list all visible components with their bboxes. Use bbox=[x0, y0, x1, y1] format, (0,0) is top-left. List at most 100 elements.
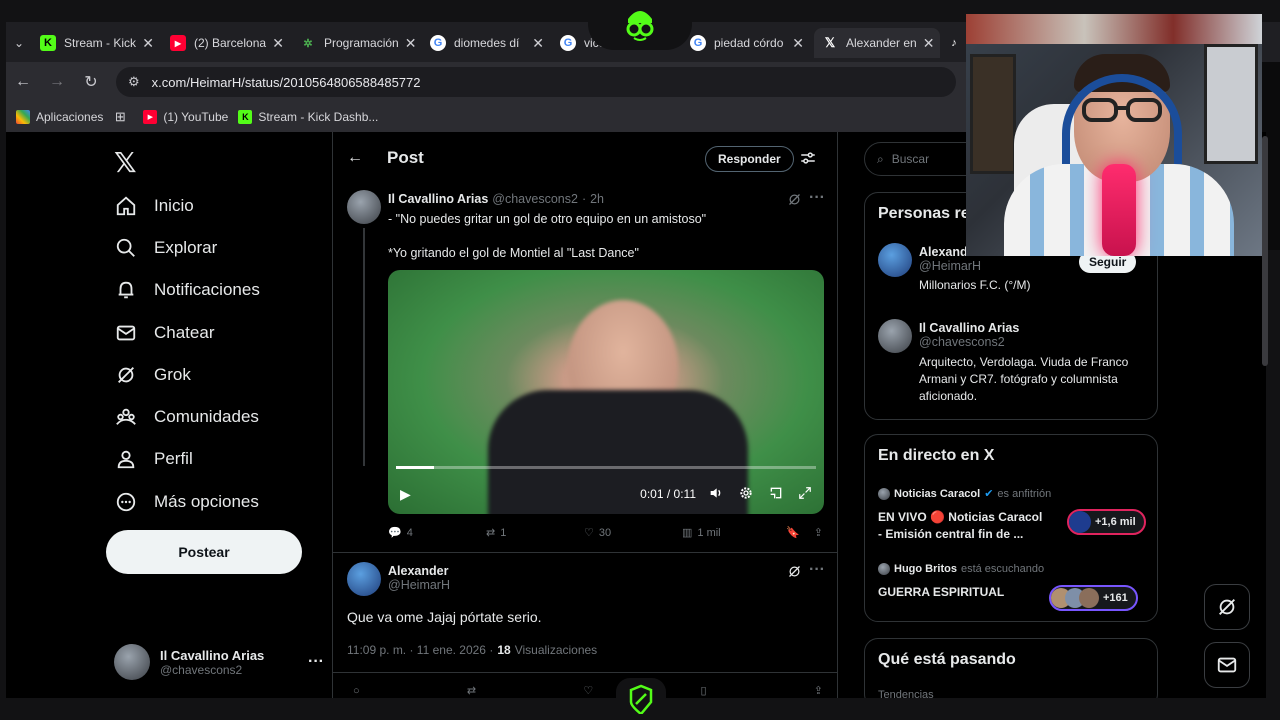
close-icon[interactable]: ✕ bbox=[786, 35, 810, 52]
close-icon[interactable]: ✕ bbox=[266, 35, 290, 52]
repost-icon[interactable]: ⇄ bbox=[467, 684, 476, 697]
grok-float-button[interactable] bbox=[1204, 584, 1250, 630]
person-handle[interactable]: @HeimarH bbox=[919, 259, 1030, 273]
avatar[interactable] bbox=[878, 243, 912, 277]
reply-datetime[interactable]: 11:09 p. m. · 11 ene. 2026 · bbox=[347, 643, 493, 657]
grok-icon bbox=[114, 363, 138, 387]
tab-tiktok[interactable]: ♪ bbox=[946, 28, 966, 58]
reload-icon[interactable]: ↻ bbox=[74, 72, 108, 92]
live-item-1-host: Noticias Caracol ✔ es anfitrión bbox=[878, 487, 1051, 500]
nav-chat[interactable]: Chatear bbox=[114, 321, 214, 345]
messages-float-button[interactable] bbox=[1204, 642, 1250, 688]
site-settings-icon[interactable]: ⚙ bbox=[128, 74, 140, 90]
fullscreen-icon[interactable] bbox=[798, 486, 812, 503]
share-icon[interactable]: ⇪ bbox=[814, 684, 823, 697]
like-action[interactable]: ♡ 30 bbox=[584, 526, 682, 540]
host-name[interactable]: Noticias Caracol bbox=[894, 488, 980, 500]
nav-more[interactable]: Más opciones bbox=[114, 490, 259, 514]
reply-author-handle[interactable]: @HeimarH bbox=[388, 578, 450, 592]
close-icon[interactable]: ✕ bbox=[526, 35, 550, 52]
tweet-avatar[interactable] bbox=[347, 190, 381, 224]
reply-button[interactable]: Responder bbox=[705, 146, 794, 172]
pip-icon[interactable] bbox=[768, 485, 784, 504]
tab-1[interactable]: ▶ (2) Barcelona ✕ bbox=[170, 28, 290, 58]
listener-count-pill[interactable]: +1,6 mil bbox=[1067, 509, 1146, 535]
url-input[interactable]: ⚙ x.com/HeimarH/status/20105648065884857… bbox=[116, 67, 956, 97]
tab-6-active[interactable]: 𝕏 Alexander en ✕ bbox=[814, 28, 940, 58]
reply-avatar[interactable] bbox=[347, 562, 381, 596]
reply-action[interactable]: 💬 4 bbox=[388, 526, 486, 540]
filter-icon[interactable] bbox=[799, 149, 817, 172]
tab-label: diomedes dí bbox=[454, 36, 520, 50]
live-item-title: - Emisión central fin de ... bbox=[878, 527, 1024, 541]
nav-label: Grok bbox=[154, 365, 191, 384]
close-icon[interactable]: ✕ bbox=[399, 35, 420, 52]
bell-icon bbox=[114, 278, 138, 302]
reply-more-icon[interactable]: ··· bbox=[809, 561, 825, 579]
page-scrollbar[interactable] bbox=[1262, 136, 1268, 366]
bookmark-grid[interactable]: ⊞ bbox=[113, 109, 133, 124]
live-item-1[interactable]: EN VIVO 🔴 Noticias Caracol - Emisión cen… bbox=[878, 509, 1042, 543]
host-name[interactable]: Hugo Britos bbox=[894, 563, 957, 575]
back-arrow-icon[interactable]: ← bbox=[347, 149, 367, 167]
reply-views-count: 18 bbox=[497, 643, 511, 657]
close-icon[interactable]: ✕ bbox=[136, 35, 160, 52]
tab-3[interactable]: G diomedes dí ✕ bbox=[430, 28, 550, 58]
grok-explain-icon[interactable] bbox=[787, 192, 802, 212]
nav-label: Notificaciones bbox=[154, 280, 260, 299]
video-player[interactable]: ▶ 0:01 / 0:11 bbox=[388, 270, 824, 514]
tab-5[interactable]: G piedad córdo ✕ bbox=[690, 28, 810, 58]
heart-icon[interactable]: ♡ bbox=[583, 684, 593, 697]
video-progress-bar[interactable] bbox=[396, 466, 816, 469]
back-icon[interactable]: ← bbox=[6, 73, 40, 91]
repost-action[interactable]: ⇄ 1 bbox=[486, 526, 584, 540]
x-logo-icon[interactable]: 𝕏 bbox=[114, 146, 137, 179]
bookmark-apps[interactable]: Aplicaciones bbox=[16, 110, 103, 124]
bookmark-youtube[interactable]: ▶ (1) YouTube bbox=[143, 110, 228, 124]
chevron-down-icon[interactable]: ⌄ bbox=[10, 36, 24, 50]
close-icon[interactable]: ✕ bbox=[917, 35, 940, 52]
views-action[interactable]: ▥ 1 mil bbox=[682, 526, 786, 540]
more-dots-icon[interactable]: ··· bbox=[308, 653, 324, 671]
bookmark-icon[interactable]: ▯ bbox=[700, 684, 706, 697]
bookmark-icon[interactable]: 🔖 bbox=[786, 526, 800, 539]
post-button[interactable]: Postear bbox=[106, 530, 302, 574]
tweet-more-icon[interactable]: ··· bbox=[809, 189, 825, 207]
tweet-time[interactable]: 2h bbox=[590, 192, 604, 206]
tab-2[interactable]: ✲ Programación ✕ bbox=[300, 28, 420, 58]
listener-count-pill[interactable]: +161 bbox=[1049, 585, 1138, 611]
nav-home[interactable]: Inicio bbox=[114, 194, 194, 218]
nav-notifications[interactable]: Notificaciones bbox=[114, 278, 260, 302]
tweet-author-name[interactable]: Il Cavallino Arias bbox=[388, 192, 488, 206]
bookmark-kick[interactable]: K Stream - Kick Dashb... bbox=[238, 110, 378, 124]
live-item-2-title[interactable]: GUERRA ESPIRITUAL bbox=[878, 585, 1004, 599]
account-handle: @chavescons2 bbox=[160, 662, 243, 677]
nav-explore[interactable]: Explorar bbox=[114, 236, 217, 260]
settings-icon[interactable] bbox=[738, 485, 754, 504]
avatar[interactable] bbox=[878, 319, 912, 353]
reply-icon[interactable]: ○ bbox=[353, 685, 360, 697]
reply-author-name[interactable]: Alexander bbox=[388, 564, 450, 578]
nav-grok[interactable]: Grok bbox=[114, 363, 191, 387]
listener-count: +1,6 mil bbox=[1095, 516, 1136, 528]
forward-icon[interactable]: → bbox=[40, 73, 74, 91]
host-role: es anfitrión bbox=[997, 487, 1052, 500]
account-switcher[interactable]: Il Cavallino Arias @chavescons2 ··· bbox=[114, 642, 324, 682]
tweet-actions: 💬 4 ⇄ 1 ♡ 30 ▥ 1 mil 🔖 ⇪ bbox=[388, 526, 824, 540]
grok-explain-icon[interactable] bbox=[787, 564, 802, 584]
reply-footer: 11:09 p. m. · 11 ene. 2026 · 18 Visualiz… bbox=[347, 643, 597, 657]
nav-communities[interactable]: Comunidades bbox=[114, 405, 259, 429]
person-name[interactable]: Il Cavallino Arias bbox=[919, 321, 1149, 335]
nav-profile[interactable]: Perfil bbox=[114, 447, 193, 471]
person-bio: Arquitecto, Verdolaga. Viuda de Franco A… bbox=[919, 355, 1129, 403]
tab-0[interactable]: K Stream - Kick ✕ bbox=[40, 28, 160, 58]
play-icon[interactable]: ▶ bbox=[400, 486, 411, 503]
tab-search-dropdown[interactable]: ⌄ bbox=[10, 28, 34, 58]
share-icon[interactable]: ⇪ bbox=[814, 526, 823, 539]
heart-icon: ♡ bbox=[584, 527, 594, 539]
avatar bbox=[1079, 588, 1099, 608]
volume-icon[interactable] bbox=[708, 485, 724, 504]
tweet-author-handle[interactable]: @chavescons2 bbox=[492, 192, 578, 206]
avatar bbox=[878, 563, 890, 575]
person-handle[interactable]: @chavescons2 bbox=[919, 335, 1149, 349]
